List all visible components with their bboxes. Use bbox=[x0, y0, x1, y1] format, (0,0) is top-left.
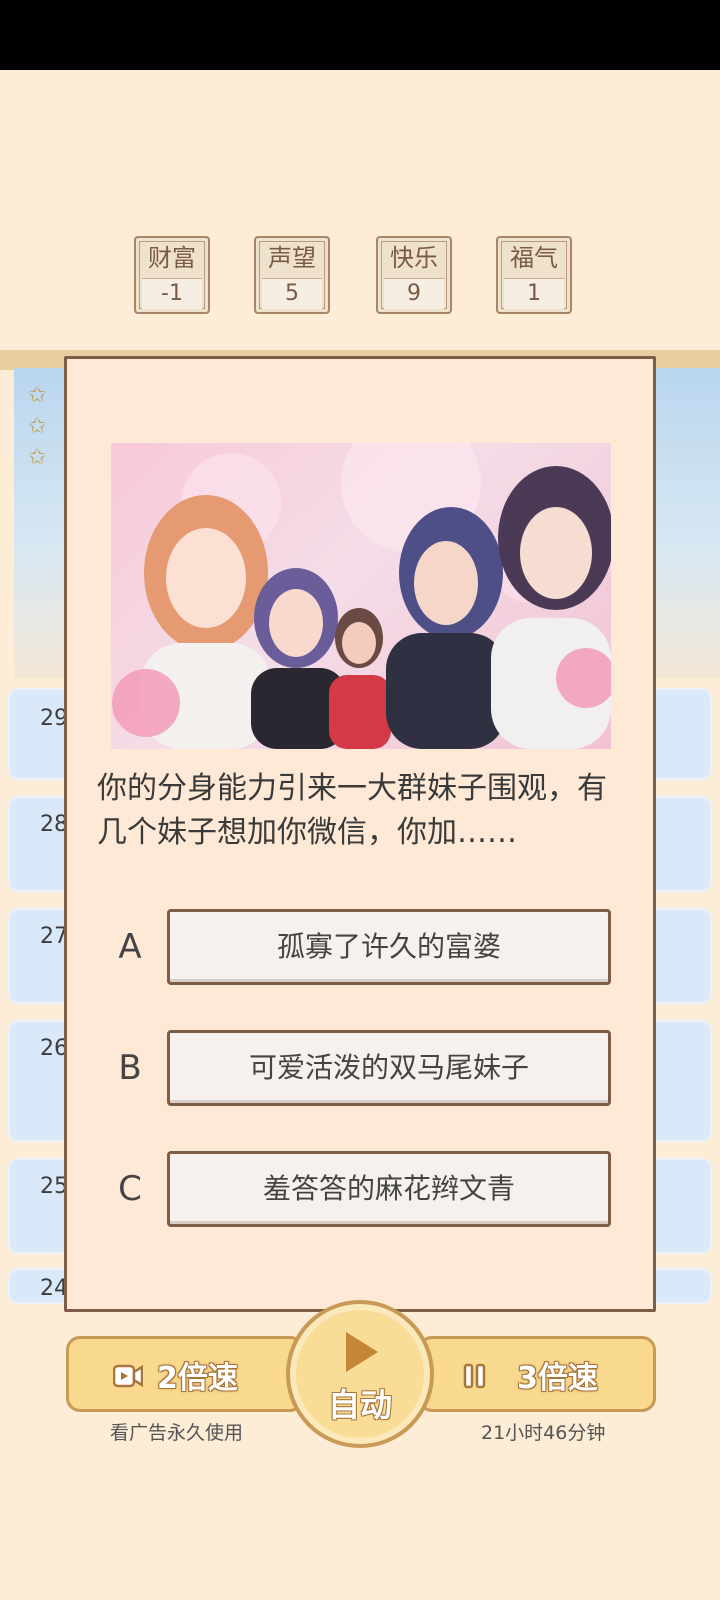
stat-reputation: 声望 5 bbox=[254, 236, 330, 314]
option-c-letter: C bbox=[118, 1169, 142, 1209]
stat-fortune: 福气 1 bbox=[496, 236, 572, 314]
option-c-button[interactable]: 羞答答的麻花辫文青 bbox=[167, 1151, 611, 1227]
status-bar bbox=[0, 0, 720, 70]
star-icon: ✩ bbox=[28, 445, 47, 470]
speed-3x-timer: 21小时46分钟 bbox=[481, 1422, 606, 1444]
speed-3x-label: 3倍速 bbox=[517, 1361, 598, 1396]
star-icon: ✩ bbox=[28, 383, 47, 408]
event-dialog: 你的分身能力引来一大群妹子围观，有几个妹子想加你微信，你加…… A 孤寡了许久的… bbox=[64, 356, 656, 1312]
auto-play-label: 自动 bbox=[327, 1386, 392, 1424]
stat-label: 财富 bbox=[148, 244, 196, 272]
auto-play-button[interactable]: 自动 bbox=[286, 1300, 434, 1448]
pause-icon bbox=[463, 1363, 486, 1389]
option-a-letter: A bbox=[118, 927, 142, 967]
speed-3x-button[interactable]: 3倍速 bbox=[418, 1336, 656, 1412]
play-icon bbox=[346, 1332, 378, 1372]
stat-wealth: 财富 -1 bbox=[134, 236, 210, 314]
stat-label: 快乐 bbox=[390, 244, 438, 272]
option-b-letter: B bbox=[118, 1048, 142, 1088]
speed-2x-label: 2倍速 bbox=[157, 1361, 238, 1396]
video-ad-icon bbox=[113, 1364, 143, 1388]
stat-value: 9 bbox=[384, 278, 444, 309]
stat-happiness: 快乐 9 bbox=[376, 236, 452, 314]
speed-2x-subtitle: 看广告永久使用 bbox=[110, 1422, 244, 1444]
stat-label: 福气 bbox=[510, 244, 558, 272]
speed-2x-button[interactable]: 2倍速 bbox=[66, 1336, 304, 1412]
option-b-button[interactable]: 可爱活泼的双马尾妹子 bbox=[167, 1030, 611, 1106]
event-question: 你的分身能力引来一大群妹子围观，有几个妹子想加你微信，你加…… bbox=[97, 771, 607, 850]
option-a-button[interactable]: 孤寡了许久的富婆 bbox=[167, 909, 611, 985]
stat-value: 1 bbox=[504, 278, 564, 309]
star-icon: ✩ bbox=[28, 414, 47, 439]
stat-value: -1 bbox=[142, 278, 202, 309]
star-list: ✩ ✩ ✩ bbox=[28, 380, 46, 473]
event-illustration bbox=[111, 443, 611, 749]
stat-label: 声望 bbox=[268, 244, 316, 272]
stat-value: 5 bbox=[262, 278, 322, 309]
